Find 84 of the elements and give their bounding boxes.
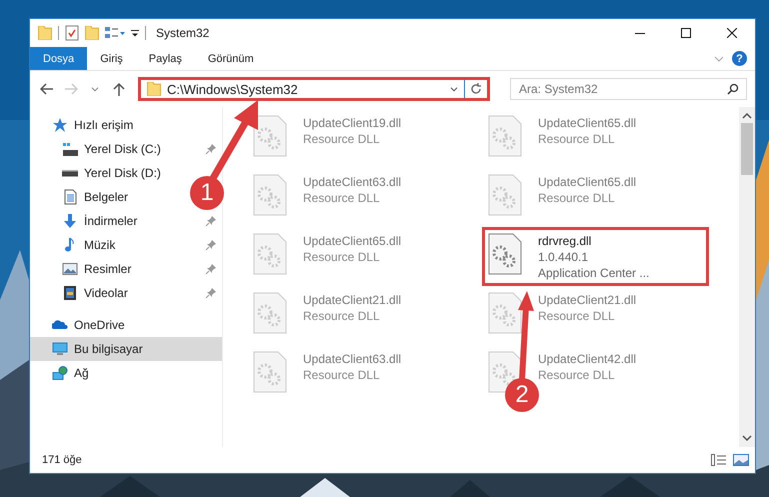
star-icon [52,117,68,133]
sidebar-item[interactable]: Müzik [30,233,222,257]
new-folder-icon [85,26,99,40]
file-detail: Resource DLL [538,367,616,383]
computer-icon [52,341,68,357]
sidebar-item[interactable]: Ağ [30,361,95,385]
file-detail: Resource DLL [303,190,381,206]
pin-icon[interactable] [206,216,216,226]
file-icon [488,174,522,216]
file-name[interactable]: rdrvreg.dll [538,233,650,249]
file-detail: Resource DLL [538,131,616,147]
file-icon [488,115,522,157]
download-icon [62,213,78,229]
up-arrow-icon[interactable] [113,82,125,96]
address-path: C:\Windows\System32 [167,82,299,96]
file-icon [253,351,287,393]
sidebar-item[interactable]: Hızlı erişim [30,113,140,137]
file-detail: 1.0.440.1 [538,249,590,265]
ribbon-tab[interactable]: Görünüm [194,47,267,70]
scrollbar[interactable] [739,107,755,447]
minimize-icon[interactable] [635,32,645,34]
pictures-icon [62,261,78,277]
sidebar-item[interactable]: Yerel Disk (C:) [30,137,222,161]
help-button[interactable]: ? [732,51,747,66]
address-bar[interactable]: C:\Windows\System32 [138,77,490,101]
file-name[interactable]: UpdateClient21.dll [303,292,402,308]
file-name[interactable]: UpdateClient63.dll [303,174,402,190]
drive-icon [62,141,78,157]
file-icon [253,115,287,157]
sidebar-item[interactable]: Videolar [30,281,222,305]
file-detail: Resource DLL [303,249,381,265]
pin-icon[interactable] [206,264,216,274]
file-detail: Resource DLL [538,190,616,206]
file-icon [488,292,522,334]
close-icon[interactable] [727,28,737,38]
file-icon [253,174,287,216]
item-count: 171 öğe [42,454,82,466]
window-title: System32 [156,26,210,40]
scroll-up-icon[interactable] [742,113,752,119]
file-name[interactable]: UpdateClient19.dll [303,115,402,131]
view-options-icon[interactable] [105,27,125,39]
details-view-icon[interactable] [711,454,727,466]
ribbon-tab[interactable]: Paylaş [136,47,195,70]
file-name[interactable]: UpdateClient63.dll [303,351,402,367]
sidebar-item[interactable]: Belgeler [30,185,134,209]
search-icon [727,83,739,95]
file-name[interactable]: UpdateClient21.dll [538,292,636,308]
file-name[interactable]: UpdateClient65.dll [538,115,636,131]
file-detail: Resource DLL [303,131,381,147]
maximize-icon[interactable] [681,28,691,38]
file-detail: Resource DLL [303,308,381,324]
pin-icon[interactable] [206,288,216,298]
file-icon [253,292,287,334]
sidebar-item[interactable]: OneDrive [30,313,131,337]
back-arrow-icon[interactable] [40,83,54,95]
refresh-icon[interactable] [470,83,482,95]
dropdown-icon[interactable] [450,86,458,92]
film-icon [62,285,78,301]
search-field[interactable]: Ara: System32 [510,78,747,100]
scroll-down-icon[interactable] [742,435,752,441]
large-icons-view-icon[interactable] [733,454,749,466]
file-detail: Resource DLL [538,308,616,324]
sidebar-item[interactable]: Bu bilgisayar [30,337,222,361]
pin-icon[interactable] [206,240,216,250]
sidebar-item[interactable]: Resimler [30,257,222,281]
folder-icon [38,26,52,40]
file-icon [488,233,522,275]
ribbon-tab[interactable]: Dosya [30,47,88,70]
folder-icon [147,82,161,96]
properties-icon[interactable] [65,25,79,41]
file-name[interactable]: UpdateClient42.dll [538,351,636,367]
ribbon-tab[interactable]: Giriş [87,47,136,70]
file-icon [253,233,287,275]
file-detail: Application Center ... [538,265,650,281]
sidebar-item[interactable]: Yerel Disk (D:) [30,161,167,185]
file-name[interactable]: UpdateClient65.dll [538,174,636,190]
scroll-thumb[interactable] [741,123,753,175]
document-icon [62,189,78,205]
sidebar-item[interactable]: İndirmeler [30,209,222,233]
pin-icon[interactable] [206,144,216,154]
file-detail: Resource DLL [303,367,381,383]
file-name[interactable]: UpdateClient65.dll [303,233,402,249]
caret-icon[interactable] [131,30,139,36]
network-icon [52,365,68,381]
